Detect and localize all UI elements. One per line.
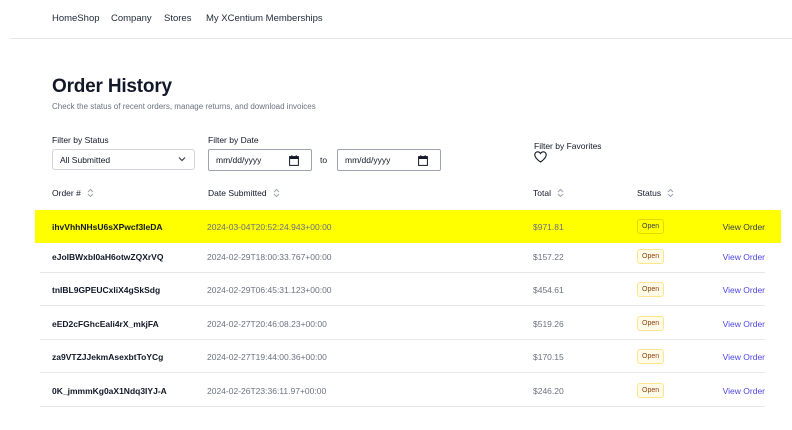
- date-to-placeholder: mm/dd/yyyy: [345, 155, 391, 165]
- order-total: $454.61: [533, 285, 564, 295]
- order-number: ihvVhhNHsU6sXPwcf3IeDA: [52, 222, 163, 232]
- order-total: $519.26: [533, 319, 564, 329]
- order-date: 2024-02-27T20:46:08.23+00:00: [207, 319, 327, 329]
- calendar-icon[interactable]: [289, 155, 299, 166]
- table-row: ihvVhhNHsU6sXPwcf3IeDA 2024-03-04T20:52:…: [35, 210, 781, 243]
- column-header-total-label: Total: [533, 188, 551, 198]
- order-date: 2024-02-29T06:45:31.123+00:00: [207, 285, 332, 295]
- order-number: 0K_jmmmKg0aX1Ndq3IYJ-A: [52, 386, 167, 396]
- order-number: za9VTZJJekmAsexbtToYCg: [52, 352, 164, 362]
- sort-icon: [273, 188, 279, 198]
- order-date: 2024-02-27T19:44:00.36+00:00: [207, 352, 327, 362]
- favorites-filter-label: Filter by Favorites: [534, 141, 602, 151]
- view-order-link[interactable]: View Order: [723, 252, 765, 262]
- column-header-status[interactable]: Status: [637, 188, 674, 198]
- table-row: za9VTZJJekmAsexbtToYCg 2024-02-27T19:44:…: [40, 340, 765, 373]
- order-number: eJoIBWxbI0aH6otwZQXrVQ: [52, 252, 164, 262]
- column-header-total[interactable]: Total: [533, 188, 564, 198]
- date-range-separator: to: [320, 155, 328, 165]
- order-total: $971.81: [533, 222, 564, 232]
- page-subtitle: Check the status of recent orders, manag…: [52, 102, 316, 111]
- status-badge: Open: [637, 219, 665, 234]
- nav-stores[interactable]: Stores: [164, 13, 191, 24]
- column-header-order[interactable]: Order #: [52, 188, 94, 198]
- sort-icon: [557, 188, 564, 198]
- view-order-link[interactable]: View Order: [723, 285, 765, 295]
- date-from-input[interactable]: mm/dd/yyyy: [208, 149, 312, 171]
- date-from-placeholder: mm/dd/yyyy: [216, 155, 262, 165]
- status-filter-value: All Submitted: [60, 155, 111, 165]
- column-header-status-label: Status: [637, 188, 662, 198]
- nav-company[interactable]: Company: [111, 13, 152, 24]
- sort-icon: [87, 188, 94, 198]
- page-title: Order History: [52, 76, 172, 97]
- nav-divider: [10, 38, 792, 39]
- status-filter-label: Filter by Status: [52, 135, 109, 145]
- status-badge: Open: [637, 383, 665, 398]
- nav-home-shop[interactable]: HomeShop: [52, 13, 100, 24]
- view-order-link[interactable]: View Order: [723, 319, 765, 329]
- order-total: $157.22: [533, 252, 564, 262]
- order-date: 2024-03-04T20:52:24.943+00:00: [207, 222, 332, 232]
- status-badge: Open: [637, 349, 665, 364]
- table-row: eED2cFGhcEali4rX_mkjFA 2024-02-27T20:46:…: [40, 307, 765, 340]
- date-to-input[interactable]: mm/dd/yyyy: [337, 149, 441, 171]
- order-total: $246.20: [533, 386, 564, 396]
- view-order-link[interactable]: View Order: [723, 222, 765, 232]
- top-navigation: HomeShop Company Stores My XCentium Memb…: [0, 0, 792, 39]
- status-badge: Open: [637, 316, 665, 331]
- view-order-link[interactable]: View Order: [723, 352, 765, 362]
- nav-memberships[interactable]: My XCentium Memberships: [206, 13, 323, 24]
- table-row: tnIBL9GPEUCxliX4gSkSdg 2024-02-29T06:45:…: [40, 273, 765, 306]
- status-filter-select[interactable]: All Submitted: [52, 149, 195, 170]
- date-filter-label: Filter by Date: [208, 135, 259, 145]
- order-number: tnIBL9GPEUCxliX4gSkSdg: [52, 285, 161, 295]
- order-date: 2024-02-26T23:36:11.97+00:00: [207, 386, 327, 396]
- order-number: eED2cFGhcEali4rX_mkjFA: [52, 319, 159, 329]
- order-date: 2024-02-29T18:00:33.767+00:00: [207, 252, 332, 262]
- sort-icon: [667, 188, 674, 198]
- calendar-icon[interactable]: [418, 155, 428, 166]
- status-badge: Open: [637, 282, 665, 297]
- chevron-down-icon: [178, 157, 186, 162]
- column-header-date-label: Date Submitted: [208, 188, 267, 198]
- view-order-link[interactable]: View Order: [723, 386, 765, 396]
- column-header-date[interactable]: Date Submitted: [208, 188, 280, 198]
- order-total: $170.15: [533, 352, 564, 362]
- column-header-order-label: Order #: [52, 188, 81, 198]
- table-row: eJoIBWxbI0aH6otwZQXrVQ 2024-02-29T18:00:…: [40, 240, 765, 273]
- status-badge: Open: [637, 249, 665, 264]
- table-row: 0K_jmmmKg0aX1Ndq3IYJ-A 2024-02-26T23:36:…: [40, 374, 765, 407]
- heart-icon[interactable]: [534, 151, 547, 163]
